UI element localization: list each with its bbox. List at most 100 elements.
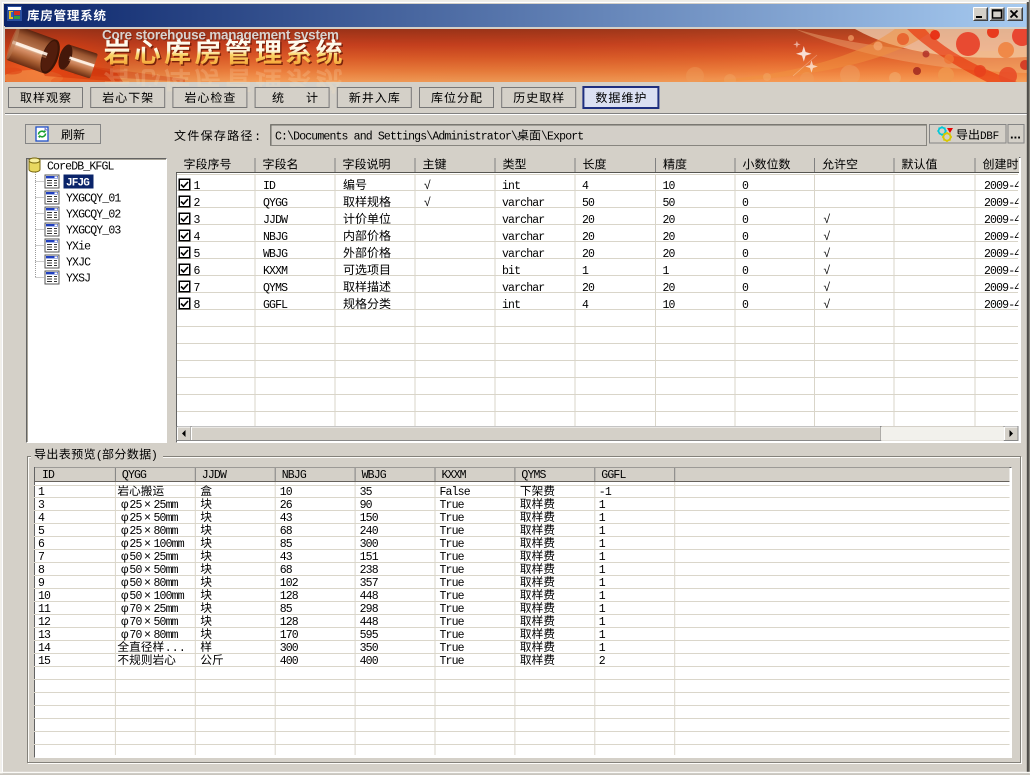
svg-text:400: 400	[280, 655, 299, 668]
svg-text:25mm: 25mm	[154, 499, 179, 512]
svg-text:φ: φ	[121, 536, 129, 550]
svg-text:20: 20	[663, 231, 676, 244]
svg-text:1: 1	[38, 486, 45, 499]
svg-text:20: 20	[582, 282, 595, 295]
svg-text:151: 151	[360, 551, 379, 564]
svg-text:50: 50	[129, 577, 142, 590]
svg-text:√: √	[824, 229, 831, 243]
svg-text:ID: ID	[42, 469, 55, 482]
svg-text:φ: φ	[121, 549, 129, 563]
svg-text:1: 1	[194, 180, 201, 193]
svg-text:15: 15	[38, 655, 51, 668]
svg-text:√: √	[424, 178, 431, 192]
svg-text:1: 1	[599, 499, 606, 512]
svg-text:5: 5	[38, 525, 45, 538]
svg-text:4: 4	[194, 231, 201, 244]
svg-text:25: 25	[129, 499, 142, 512]
svg-text:170: 170	[280, 629, 299, 642]
svg-text:2: 2	[599, 655, 606, 668]
svg-text:True: True	[440, 577, 465, 590]
svg-text:20: 20	[582, 214, 595, 227]
svg-text:CoreDB_KFGL: CoreDB_KFGL	[47, 161, 115, 174]
svg-text:True: True	[440, 499, 465, 512]
svg-text:1: 1	[599, 564, 606, 577]
svg-text:80mm: 80mm	[154, 525, 179, 538]
svg-text:2009-4-: 2009-4-	[984, 248, 1026, 261]
svg-text:False: False	[440, 486, 471, 499]
svg-text:1: 1	[599, 525, 606, 538]
svg-text:6: 6	[194, 265, 201, 278]
svg-text:128: 128	[280, 616, 299, 629]
svg-text:φ: φ	[121, 575, 129, 589]
svg-text:128: 128	[280, 590, 299, 603]
svg-text:φ: φ	[121, 562, 129, 576]
svg-text:φ: φ	[121, 523, 129, 537]
svg-text::: :	[254, 130, 261, 144]
svg-text:×: ×	[144, 549, 151, 563]
svg-text:√: √	[824, 263, 831, 277]
svg-text:GGFL: GGFL	[263, 299, 288, 312]
svg-text:1: 1	[663, 265, 670, 278]
svg-text:4: 4	[582, 299, 589, 312]
svg-text:YXJC: YXJC	[66, 257, 91, 270]
svg-text:×: ×	[144, 510, 151, 524]
svg-text:25mm: 25mm	[154, 551, 179, 564]
svg-text:7: 7	[194, 282, 200, 295]
svg-text:YXie: YXie	[66, 241, 91, 254]
svg-text:GGFL: GGFL	[601, 469, 626, 482]
svg-text:90: 90	[360, 499, 373, 512]
svg-text:50: 50	[129, 564, 142, 577]
svg-text:50mm: 50mm	[154, 564, 179, 577]
svg-text:20: 20	[582, 248, 595, 261]
svg-text:KXXM: KXXM	[442, 469, 467, 482]
svg-text:240: 240	[360, 525, 379, 538]
svg-text:238: 238	[360, 564, 379, 577]
svg-text:50: 50	[582, 197, 595, 210]
svg-text:×: ×	[144, 627, 151, 641]
svg-text:2009-4-: 2009-4-	[984, 180, 1026, 193]
svg-text:): )	[153, 448, 157, 462]
svg-text:×: ×	[144, 588, 151, 602]
svg-text:WBJG: WBJG	[263, 248, 288, 261]
svg-text:True: True	[440, 642, 465, 655]
svg-text:25: 25	[129, 538, 142, 551]
svg-text:varchar: varchar	[502, 197, 544, 210]
svg-text:varchar: varchar	[502, 214, 544, 227]
svg-text:√: √	[424, 195, 431, 209]
svg-text:3: 3	[38, 499, 45, 512]
svg-text:YXGCQY_02: YXGCQY_02	[66, 209, 121, 222]
svg-text:QYMS: QYMS	[263, 282, 288, 295]
svg-text:50: 50	[663, 197, 676, 210]
svg-text:φ: φ	[121, 588, 129, 602]
svg-text:varchar: varchar	[502, 282, 544, 295]
svg-text:YXGCQY_01: YXGCQY_01	[66, 193, 121, 206]
svg-text:(: (	[97, 448, 101, 462]
svg-text:2009-4-: 2009-4-	[984, 197, 1026, 210]
svg-text:0: 0	[742, 248, 749, 261]
svg-text:×: ×	[144, 575, 151, 589]
svg-text:√: √	[824, 246, 831, 260]
svg-text:20: 20	[582, 231, 595, 244]
svg-text:-1: -1	[599, 486, 612, 499]
svg-text:1: 1	[599, 642, 606, 655]
svg-text:True: True	[440, 655, 465, 668]
svg-text:JFJG: JFJG	[66, 178, 90, 190]
svg-text:595: 595	[360, 629, 379, 642]
svg-text:bit: bit	[502, 265, 520, 278]
svg-text:ID: ID	[263, 180, 276, 193]
svg-text:70: 70	[129, 629, 142, 642]
svg-text:QYMS: QYMS	[521, 469, 546, 482]
svg-text:68: 68	[280, 525, 293, 538]
svg-text:10: 10	[663, 180, 676, 193]
svg-text:...: ...	[165, 642, 186, 655]
svg-text:1: 1	[582, 265, 589, 278]
svg-text:102: 102	[280, 577, 299, 590]
svg-text:4: 4	[582, 180, 589, 193]
svg-text:10: 10	[280, 486, 293, 499]
svg-text:11: 11	[38, 603, 51, 616]
svg-text:True: True	[440, 538, 465, 551]
svg-text:25mm: 25mm	[154, 603, 179, 616]
svg-text:10: 10	[663, 299, 676, 312]
svg-text:×: ×	[144, 536, 151, 550]
svg-text:100mm: 100mm	[154, 538, 185, 551]
